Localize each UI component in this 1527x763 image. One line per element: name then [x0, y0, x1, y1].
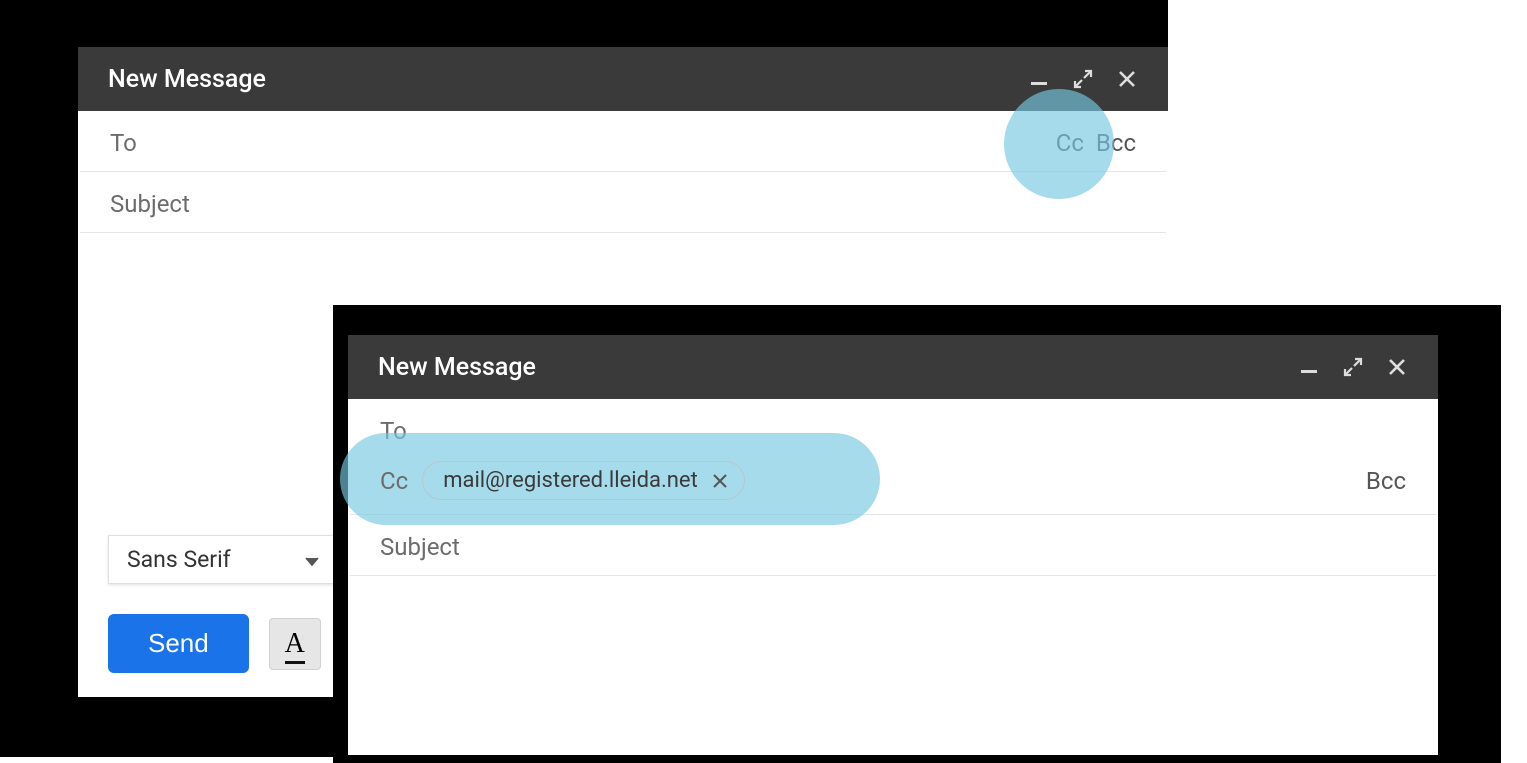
bcc-toggle[interactable]: Bcc — [1366, 467, 1406, 495]
subject-label: Subject — [380, 533, 460, 561]
cc-label: Cc — [380, 467, 408, 495]
minimize-button[interactable] — [1028, 68, 1050, 90]
close-button[interactable] — [1386, 356, 1408, 378]
cc-field-row[interactable]: Cc mail@registered.lleida.net Bcc — [350, 451, 1436, 515]
to-label: To — [110, 129, 137, 157]
minimize-button[interactable] — [1298, 356, 1320, 378]
font-family-value: Sans Serif — [127, 546, 231, 573]
compose-window-controls — [1028, 68, 1138, 90]
text-format-button[interactable]: A — [269, 618, 321, 670]
to-label: To — [380, 417, 407, 445]
compose-header: New Message — [348, 335, 1438, 399]
font-family-select[interactable]: Sans Serif — [108, 535, 338, 584]
recipient-extra-actions: Cc Bcc — [1056, 129, 1136, 157]
close-button[interactable] — [1116, 68, 1138, 90]
compose-title: New Message — [108, 65, 266, 94]
compose-body[interactable] — [348, 576, 1438, 755]
cc-recipient-email: mail@registered.lleida.net — [443, 468, 698, 493]
text-format-icon: A — [285, 628, 305, 660]
caret-down-icon — [305, 546, 319, 573]
recipient-extra-actions: Bcc — [1366, 467, 1406, 495]
compose-header: New Message — [78, 47, 1168, 111]
cc-recipient-chip[interactable]: mail@registered.lleida.net — [422, 461, 745, 500]
remove-chip-icon[interactable] — [710, 471, 730, 491]
subject-field-row[interactable]: Subject — [80, 172, 1166, 233]
subject-label: Subject — [110, 190, 190, 218]
bcc-toggle[interactable]: Bcc — [1096, 129, 1136, 157]
fullscreen-button[interactable] — [1342, 356, 1364, 378]
fullscreen-button[interactable] — [1072, 68, 1094, 90]
subject-field-row[interactable]: Subject — [350, 515, 1436, 576]
cc-toggle[interactable]: Cc — [1056, 129, 1084, 157]
to-field-row[interactable]: To Cc Bcc — [80, 111, 1166, 172]
send-button[interactable]: Send — [108, 614, 249, 673]
compose-window-2: New Message To Cc mail@registered.lleida… — [348, 335, 1438, 755]
compose-window-controls — [1298, 356, 1408, 378]
compose-title: New Message — [378, 353, 536, 382]
to-field-row[interactable]: To — [350, 399, 1436, 451]
